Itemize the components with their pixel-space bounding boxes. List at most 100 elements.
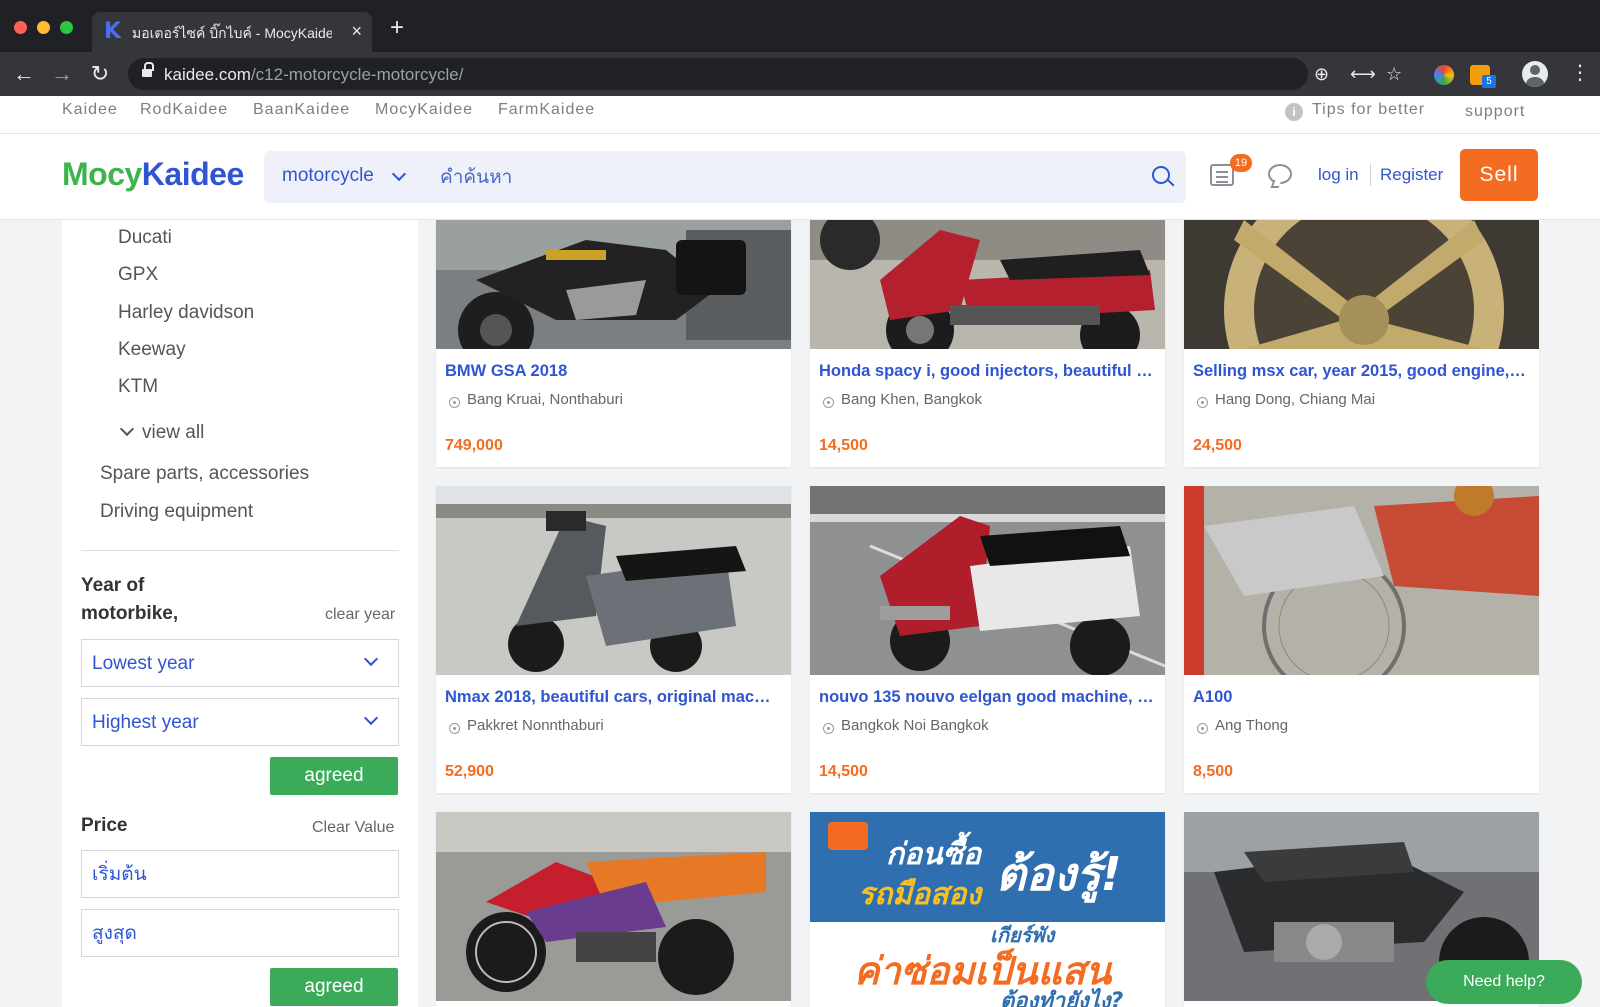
tips-link[interactable]: Tips for better [1312, 101, 1425, 119]
view-all-brands-link[interactable]: view all [118, 421, 204, 444]
search-input[interactable] [440, 159, 1120, 195]
listing-price: 52,900 [445, 763, 494, 780]
brand-filter-ktm[interactable]: KTM [118, 376, 158, 398]
site-header: MocyKaidee motorcycle 19 log in Register… [0, 134, 1600, 220]
brand-filter-harley-davidson[interactable]: Harley davidson [118, 302, 254, 324]
listing-location: Bangkok Noi Bangkok [841, 717, 989, 734]
location-pin-icon [449, 397, 460, 408]
listing-card[interactable]: Honda spacy i, good injectors, beautiful… [810, 220, 1165, 467]
listing-title[interactable]: Honda spacy i, good injectors, beautiful… [819, 362, 1154, 381]
site-link-rodkaidee[interactable]: RodKaidee [140, 101, 228, 119]
install-app-icon[interactable]: ⊕ [1314, 62, 1329, 86]
forward-arrow-icon[interactable]: → [48, 60, 76, 88]
ad-line-4: เกียร์พัง [990, 923, 1057, 947]
category-driving-equipment[interactable]: Driving equipment [100, 501, 253, 523]
listing-photo[interactable] [436, 220, 791, 349]
listing-photo[interactable] [810, 220, 1165, 349]
listing-price: 8,500 [1193, 763, 1234, 780]
window-close-button[interactable] [14, 21, 27, 34]
support-link[interactable]: support [1465, 103, 1525, 121]
reload-icon[interactable]: ↻ [86, 60, 114, 88]
site-link-farmkaidee[interactable]: FarmKaidee [498, 101, 595, 119]
location-pin-icon [1197, 723, 1208, 734]
back-arrow-icon[interactable]: ← [10, 60, 38, 88]
ad-banner[interactable]: ก่อนซื้อ รถมือสอง ต้องรู้! เกียร์พัง ค่า… [810, 812, 1165, 1007]
listing-card[interactable]: Selling msx car, year 2015, good engine,… [1184, 220, 1539, 467]
window-zoom-button[interactable] [60, 21, 73, 34]
sell-button[interactable]: Sell [1460, 149, 1538, 201]
listing-location: Bang Khen, Bangkok [841, 391, 982, 408]
listing-title[interactable]: nouvo 135 nouvo eelgan good machine, rea… [819, 688, 1154, 707]
listing-title[interactable]: BMW GSA 2018 [445, 362, 780, 381]
listing-photo[interactable] [436, 486, 791, 675]
listing-card[interactable]: Nmax 2018, beautiful cars, original mach… [436, 486, 791, 793]
listing-price: 24,500 [1193, 437, 1242, 454]
location-pin-icon [1197, 397, 1208, 408]
listing-photo[interactable] [1184, 220, 1539, 349]
tab-close-icon[interactable]: × [351, 21, 362, 41]
site-link-baankaidee[interactable]: BaanKaidee [253, 101, 350, 119]
chevron-down-icon[interactable] [391, 166, 407, 182]
site-link-mocykaidee[interactable]: MocyKaidee [375, 101, 473, 119]
notification-badge: 19 [1230, 154, 1252, 172]
lowest-year-select[interactable]: Lowest year [81, 639, 399, 687]
highest-year-select[interactable]: Highest year [81, 698, 399, 746]
chat-icon[interactable] [1268, 164, 1292, 184]
profile-avatar-icon[interactable] [1522, 61, 1548, 87]
listing-card[interactable]: A100 Ang Thong 8,500 [1184, 486, 1539, 793]
sidebar-divider [81, 550, 399, 551]
browser-menu-icon[interactable]: ⋮ [1570, 60, 1590, 86]
translate-icon[interactable]: ⟷ [1350, 62, 1376, 86]
window-minimize-button[interactable] [37, 21, 50, 34]
brand-filter-keeway[interactable]: Keeway [118, 339, 186, 361]
network-sites-bar: Kaidee RodKaidee BaanKaidee MocyKaidee F… [0, 96, 1600, 134]
location-pin-icon [823, 723, 834, 734]
login-link[interactable]: log in [1318, 165, 1359, 185]
listing-photo[interactable] [436, 812, 791, 1001]
info-icon: i [1285, 103, 1303, 121]
listing-title[interactable]: Nmax 2018, beautiful cars, original mach… [445, 688, 780, 707]
address-bar[interactable]: kaidee.com/c12-motorcycle-motorcycle/ ⊕ … [128, 58, 1402, 90]
apply-price-button[interactable]: agreed [270, 968, 398, 1006]
browser-tabstrip: K มอเตอร์ไซค์ บิ๊กไบค์ - MocyKaidee × + [0, 0, 1600, 52]
need-help-button[interactable]: Need help? [1426, 960, 1582, 1004]
listing-title[interactable]: Selling msx car, year 2015, good engine,… [1193, 362, 1528, 381]
browser-tab-active[interactable]: K มอเตอร์ไซค์ บิ๊กไบค์ - MocyKaidee × [92, 12, 372, 52]
site-link-kaidee[interactable]: Kaidee [62, 101, 118, 119]
search-icon[interactable] [1152, 166, 1170, 184]
mocykaidee-logo[interactable]: MocyKaidee [62, 156, 244, 193]
listing-title[interactable]: A100 [1193, 688, 1528, 707]
category-dropdown[interactable]: motorcycle [282, 165, 374, 187]
category-spare-parts[interactable]: Spare parts, accessories [100, 463, 309, 485]
price-filter-title: Price [81, 815, 128, 836]
chevron-down-icon [363, 710, 379, 726]
listing-location: Ang Thong [1215, 717, 1289, 734]
listing-photo[interactable] [1184, 486, 1539, 675]
filter-sidebar: Ducati GPX Harley davidson Keeway KTM vi… [62, 220, 418, 1007]
clear-price-link[interactable]: Clear Value [312, 819, 394, 837]
ad-line-3: ต้องรู้! [996, 847, 1122, 903]
chevron-down-icon [363, 651, 379, 667]
extension-color-icon[interactable] [1434, 65, 1454, 85]
kaidee-favicon-icon: K [104, 19, 122, 44]
listing-location: Hang Dong, Chiang Mai [1215, 391, 1376, 408]
new-tab-icon[interactable]: + [390, 16, 404, 40]
max-price-input[interactable] [81, 909, 399, 957]
ad-line-2: รถมือสอง [858, 877, 983, 912]
tab-title: มอเตอร์ไซค์ บิ๊กไบค์ - MocyKaidee [132, 25, 332, 41]
brand-filter-gpx[interactable]: GPX [118, 264, 158, 286]
bookmark-star-icon[interactable]: ☆ [1386, 62, 1402, 86]
register-link[interactable]: Register [1380, 165, 1443, 185]
year-filter-title: Year of motorbike, [81, 575, 179, 624]
listing-location: Bang Kruai, Nonthaburi [467, 391, 623, 408]
listing-card[interactable]: BMW GSA 2018 Bang Kruai, Nonthaburi 749,… [436, 220, 791, 467]
clear-year-link[interactable]: clear year [325, 606, 395, 624]
apply-year-button[interactable]: agreed [270, 757, 398, 795]
ad-banner-card[interactable]: ก่อนซื้อ รถมือสอง ต้องรู้! เกียร์พัง ค่า… [810, 812, 1165, 1007]
ad-line-5: ค่าซ่อมเป็นแสน [854, 948, 1113, 993]
listing-card[interactable]: nouvo 135 nouvo eelgan good machine, rea… [810, 486, 1165, 793]
brand-filter-ducati[interactable]: Ducati [118, 227, 172, 249]
listing-card[interactable] [436, 812, 791, 1007]
listing-photo[interactable] [810, 486, 1165, 675]
min-price-input[interactable] [81, 850, 399, 898]
